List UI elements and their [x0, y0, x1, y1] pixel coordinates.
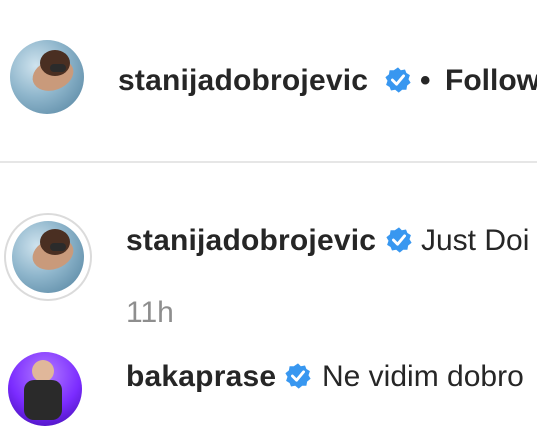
header-separator: • [420, 64, 431, 97]
verified-badge-icon [386, 227, 412, 253]
follow-button[interactable]: Follow [445, 64, 537, 98]
author-username[interactable]: stanijadobrojevic [118, 64, 368, 98]
comment-avatar[interactable] [8, 352, 82, 426]
comment-username[interactable]: stanijadobrojevic [126, 224, 376, 258]
comment-text: Ne vidim dobro [322, 360, 524, 393]
comment-username[interactable]: bakaprase [126, 360, 276, 394]
verified-badge-icon [285, 363, 311, 389]
comment-timestamp[interactable]: 11h [126, 296, 174, 330]
verified-badge-icon [385, 67, 411, 93]
author-avatar[interactable] [10, 40, 84, 114]
comment-avatar[interactable] [12, 221, 84, 293]
comment-text: Just Doi [421, 224, 530, 257]
header-divider [0, 161, 537, 163]
